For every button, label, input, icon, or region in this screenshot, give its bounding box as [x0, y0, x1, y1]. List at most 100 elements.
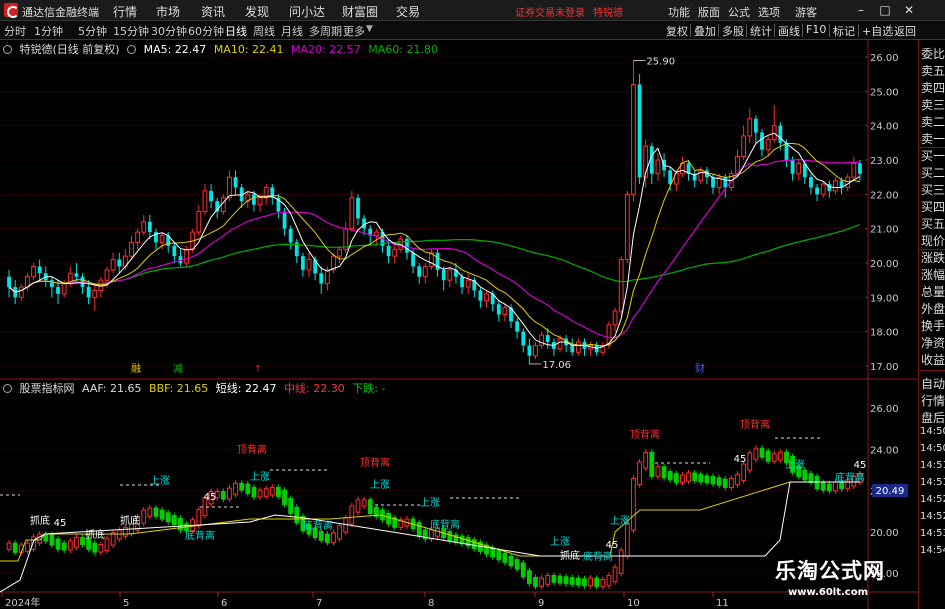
indicator-bar — [753, 447, 759, 460]
side-item-7[interactable]: 买二 — [920, 164, 945, 181]
candle-body — [753, 118, 758, 133]
side-item-12[interactable]: 涨跌 — [920, 249, 945, 266]
stats-button[interactable]: 统计 — [750, 23, 772, 39]
indicator-bar — [104, 538, 110, 552]
gear-icon[interactable] — [3, 384, 12, 393]
guest-label[interactable]: 游客 — [795, 4, 817, 20]
side-item-11[interactable]: 现价 — [920, 232, 945, 249]
close-icon[interactable]: ✕ — [900, 1, 918, 19]
indicator-bar — [722, 478, 728, 488]
candle-body — [337, 248, 343, 257]
tab-daily[interactable]: 日线 — [225, 23, 247, 39]
indicator-annotation: 上涨 — [250, 471, 270, 483]
multi-stock-button[interactable]: 多股 — [722, 23, 744, 39]
side-item-2[interactable]: 卖四 — [920, 79, 945, 96]
gear-icon[interactable] — [127, 45, 137, 54]
maximize-icon[interactable]: □ — [876, 1, 894, 19]
side-item-22[interactable]: 14:50 — [920, 426, 945, 437]
side-item-0[interactable]: 委比 — [920, 45, 945, 62]
side-item-13[interactable]: 涨幅 — [920, 266, 945, 283]
mark-button[interactable]: 标记 — [833, 23, 855, 39]
indicator-bar — [692, 472, 698, 482]
candle-body — [31, 265, 36, 278]
candle-body — [557, 338, 563, 350]
indicator-annotation: 上涨 — [370, 479, 390, 491]
side-item-15[interactable]: 外盘 — [920, 300, 945, 317]
side-item-5[interactable]: 卖一 — [920, 130, 945, 147]
side-item-8[interactable]: 买三 — [920, 181, 945, 198]
candle-body — [515, 321, 520, 332]
side-item-9[interactable]: 买四 — [920, 198, 945, 215]
menu-discover[interactable]: 发现 — [245, 3, 269, 20]
tab-more[interactable]: 更多 — [343, 23, 365, 39]
candle-body — [815, 187, 819, 195]
side-item-16[interactable]: 换手 — [920, 317, 945, 334]
side-item-3[interactable]: 卖三 — [920, 96, 945, 113]
time-tick-label: 8 — [428, 598, 434, 609]
time-tick-label: 6 — [221, 598, 227, 609]
menu-ask[interactable]: 问小达 — [289, 3, 325, 20]
side-item-25[interactable]: 14:51 — [920, 477, 945, 488]
side-item-4[interactable]: 卖二 — [920, 113, 945, 130]
side-item-26[interactable]: 14:52 — [920, 494, 945, 505]
side-item-29[interactable]: 14:54 — [920, 545, 945, 556]
side-item-27[interactable]: 14:52 — [920, 511, 945, 522]
adjust-button[interactable]: 复权 — [666, 23, 688, 39]
ma5-value: MA5: 22.47 — [143, 43, 207, 56]
side-item-19[interactable]: 自动 — [920, 375, 945, 392]
indicator-bar — [759, 447, 765, 458]
side-item-18[interactable]: 收益 — [920, 351, 945, 368]
menu-layout[interactable]: 版面 — [698, 4, 720, 20]
time-tick-label: 10 — [627, 598, 640, 609]
side-item-21[interactable]: 盘后 — [920, 409, 945, 426]
menu-market[interactable]: 市场 — [156, 3, 180, 20]
side-item-6[interactable]: 买一 — [920, 147, 945, 164]
side-item-17[interactable]: 净资 — [920, 334, 945, 351]
add-watchlist-button[interactable]: +自选 — [862, 23, 893, 39]
tab-60min[interactable]: 60分钟 — [188, 23, 224, 39]
side-item-10[interactable]: 买五 — [920, 215, 945, 232]
tab-weekly[interactable]: 周线 — [253, 23, 275, 39]
candle-body — [747, 118, 753, 137]
side-item-24[interactable]: 14:51 — [920, 460, 945, 471]
menu-wealth[interactable]: 财富圈 — [342, 3, 378, 20]
indicator-bar — [624, 523, 630, 557]
draw-line-button[interactable]: 画线 — [778, 23, 800, 39]
menu-quotes[interactable]: 行情 — [113, 3, 137, 20]
tab-1min[interactable]: 1分钟 — [34, 23, 63, 39]
gear-icon[interactable] — [3, 45, 12, 54]
chevron-down-icon[interactable]: ▼ — [366, 24, 373, 34]
tab-15min[interactable]: 15分钟 — [113, 23, 149, 39]
side-item-23[interactable]: 14:50 — [920, 443, 945, 454]
minimize-icon[interactable]: – — [852, 1, 870, 19]
indicator-bar — [637, 461, 642, 486]
chart-area[interactable]: 26.00 25.00 24.00 23.00 22.00 21.00 20.00 19.00… — [0, 40, 918, 609]
side-item-14[interactable]: 总量 — [920, 283, 945, 300]
side-item-1[interactable]: 卖五 — [920, 62, 945, 79]
indicator-bar — [386, 513, 391, 525]
candle-body — [618, 259, 624, 312]
candle-body — [373, 231, 379, 237]
indicator-bar — [814, 475, 820, 490]
back-button[interactable]: 返回 — [894, 23, 916, 39]
login-notice[interactable]: 证券交易未登录 — [515, 4, 585, 19]
tab-30min[interactable]: 30分钟 — [151, 23, 187, 39]
stock-period-label: 特锐德(日线 前复权) — [19, 43, 120, 56]
f10-button[interactable]: F10 — [806, 23, 826, 36]
menu-formula[interactable]: 公式 — [728, 4, 750, 20]
candle-body — [74, 273, 79, 277]
side-item-28[interactable]: 14:53 — [920, 528, 945, 539]
tab-monthly[interactable]: 月线 — [281, 23, 303, 39]
menu-options[interactable]: 选项 — [758, 4, 780, 20]
indicator-annotation: 45 — [204, 492, 217, 503]
tab-5min[interactable]: 5分钟 — [78, 23, 107, 39]
indicator-bar — [245, 483, 251, 495]
tab-intraday[interactable]: 分时 — [4, 23, 26, 39]
menu-trade[interactable]: 交易 — [396, 3, 420, 20]
side-item-20[interactable]: 行情 — [920, 392, 945, 409]
menu-function[interactable]: 功能 — [668, 4, 690, 20]
overlay-button[interactable]: 叠加 — [694, 23, 716, 39]
tab-multi-period[interactable]: 多周期 — [309, 23, 342, 39]
menu-news[interactable]: 资讯 — [201, 3, 225, 20]
indicator-annotation: 底背离 — [835, 471, 865, 484]
